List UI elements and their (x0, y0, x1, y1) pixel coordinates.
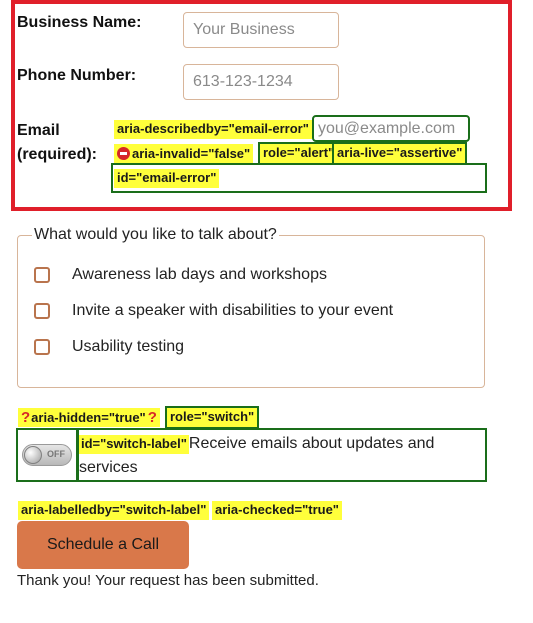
topic-checkbox-workshops[interactable] (34, 267, 50, 283)
topic-option-usability: Usability testing (72, 338, 185, 355)
phone-number-input[interactable]: 613-123-1234 (183, 64, 339, 100)
email-label: Email (required): (17, 119, 97, 167)
aria-invalid-text: aria-invalid="false" (132, 145, 251, 161)
question-mark-icon: ? (147, 408, 157, 426)
email-label-line2: (required): (17, 146, 97, 163)
aria-labelledby-annotation: aria-labelledby="switch-label" (18, 501, 210, 520)
topics-legend: What would you like to talk about? (34, 226, 277, 243)
switch-label: id="switch-label" Receive emails about up… (79, 432, 481, 480)
topic-checkbox-speaker[interactable] (34, 303, 50, 319)
email-label-line1: Email (17, 122, 60, 139)
aria-checked-annotation: aria-checked="true" (212, 501, 342, 520)
aria-invalid-annotation: aria-invalid="false" (114, 144, 254, 163)
topic-checkbox-usability[interactable] (34, 339, 50, 355)
confirmation-message: Thank you! Your request has been submitt… (17, 572, 319, 589)
no-entry-icon (117, 147, 130, 160)
aria-hidden-text: aria-hidden="true" (31, 409, 146, 425)
role-alert-annotation: role="alert" (257, 142, 340, 165)
topic-option-workshops: Awareness lab days and workshops (72, 266, 327, 283)
schedule-call-button[interactable]: Schedule a Call (17, 521, 189, 569)
switch-label-id-annotation: id="switch-label" (79, 435, 189, 454)
topic-option-speaker: Invite a speaker with disabilities to yo… (72, 302, 394, 319)
switch-knob (24, 446, 42, 464)
role-switch-annotation: role="switch" (164, 406, 260, 429)
switch-control[interactable]: OFF (16, 428, 78, 482)
switch-state-text: OFF (47, 449, 65, 459)
business-name-label: Business Name: (17, 14, 142, 31)
aria-live-annotation: aria-live="assertive" (331, 142, 468, 165)
aria-describedby-annotation: aria-describedby="email-error" (114, 120, 312, 139)
email-input[interactable]: you@example.com (312, 115, 470, 142)
question-mark-icon: ? (21, 408, 31, 426)
phone-number-label: Phone Number: (17, 67, 137, 84)
business-name-input[interactable]: Your Business (183, 12, 339, 48)
switch-track-icon: OFF (22, 444, 72, 466)
email-error-id-annotation: id="email-error" (114, 169, 220, 188)
aria-hidden-annotation: ? aria-hidden="true" ? (18, 408, 160, 427)
